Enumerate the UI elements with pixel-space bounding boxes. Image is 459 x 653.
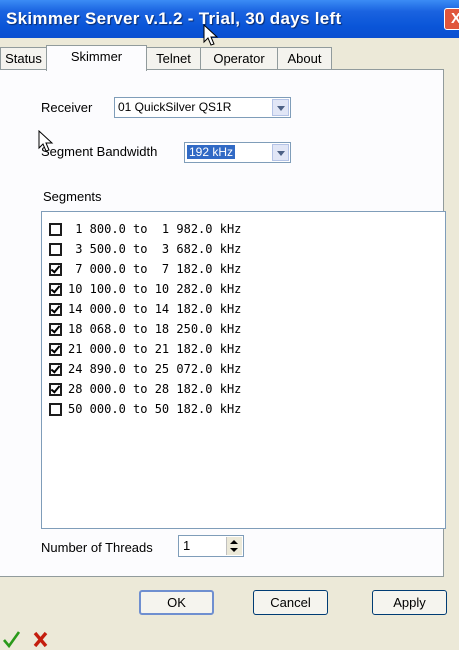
green-checkmark-icon[interactable] [3, 631, 21, 649]
receiver-value: 01 QuickSilver QS1R [118, 100, 232, 114]
segment-checkbox[interactable] [49, 243, 62, 256]
tab-telnet[interactable]: Telnet [146, 47, 201, 69]
segment-range: 21 000.0 to 21 182.0 kHz [68, 342, 242, 356]
close-button[interactable]: X [444, 8, 459, 30]
ok-button[interactable]: OK [139, 590, 214, 615]
spin-down-icon[interactable] [230, 548, 238, 552]
status-icons [0, 628, 60, 653]
segment-range: 10 100.0 to 10 282.0 kHz [68, 282, 242, 296]
segment-checkbox[interactable] [49, 323, 62, 336]
red-x-icon[interactable] [33, 631, 48, 648]
segment-range: 14 000.0 to 14 182.0 kHz [68, 302, 242, 316]
tab-skimmer[interactable]: Skimmer [46, 45, 147, 71]
segment-bandwidth-value: 192 kHz [187, 145, 236, 159]
apply-button[interactable]: Apply [372, 590, 447, 615]
segment-range: 18 068.0 to 18 250.0 kHz [68, 322, 242, 336]
segments-label: Segments [43, 189, 102, 204]
segment-checkbox[interactable] [49, 343, 62, 356]
segment-checkbox[interactable] [49, 363, 62, 376]
segments-list[interactable]: 1 800.0 to 1 982.0 kHz 3 500.0 to 3 682.… [41, 211, 446, 529]
segment-checkbox[interactable] [49, 403, 62, 416]
segment-range: 24 890.0 to 25 072.0 kHz [68, 362, 242, 376]
receiver-label: Receiver [41, 100, 93, 115]
segment-bandwidth-label: Segment Bandwidth [41, 144, 158, 159]
segment-range: 50 000.0 to 50 182.0 kHz [68, 402, 242, 416]
segment-checkbox[interactable] [49, 303, 62, 316]
title-bar[interactable]: Skimmer Server v.1.2 - Trial, 30 days le… [0, 0, 459, 38]
chevron-down-icon[interactable] [272, 99, 289, 116]
segment-range: 28 000.0 to 28 182.0 kHz [68, 382, 242, 396]
segment-checkbox[interactable] [49, 263, 62, 276]
tab-operator[interactable]: Operator [200, 47, 278, 69]
chevron-down-icon[interactable] [272, 144, 289, 161]
threads-label: Number of Threads [41, 540, 153, 555]
segment-checkbox[interactable] [49, 383, 62, 396]
tab-status[interactable]: Status [0, 47, 47, 69]
spinner-buttons[interactable] [226, 537, 242, 555]
receiver-select[interactable]: 01 QuickSilver QS1R [114, 97, 291, 118]
threads-value: 1 [183, 538, 191, 553]
cancel-button[interactable]: Cancel [253, 590, 328, 615]
segment-range: 7 000.0 to 7 182.0 kHz [68, 262, 242, 276]
segment-range: 1 800.0 to 1 982.0 kHz [68, 222, 242, 236]
segment-range: 3 500.0 to 3 682.0 kHz [68, 242, 242, 256]
threads-spinner[interactable]: 1 [178, 535, 244, 557]
tab-about[interactable]: About [277, 47, 332, 69]
segment-checkbox[interactable] [49, 223, 62, 236]
window-title: Skimmer Server v.1.2 - Trial, 30 days le… [6, 9, 342, 28]
segment-checkbox[interactable] [49, 283, 62, 296]
segment-bandwidth-select[interactable]: 192 kHz [184, 142, 291, 163]
status-icons-svg [3, 631, 48, 649]
spin-up-icon[interactable] [230, 540, 238, 544]
